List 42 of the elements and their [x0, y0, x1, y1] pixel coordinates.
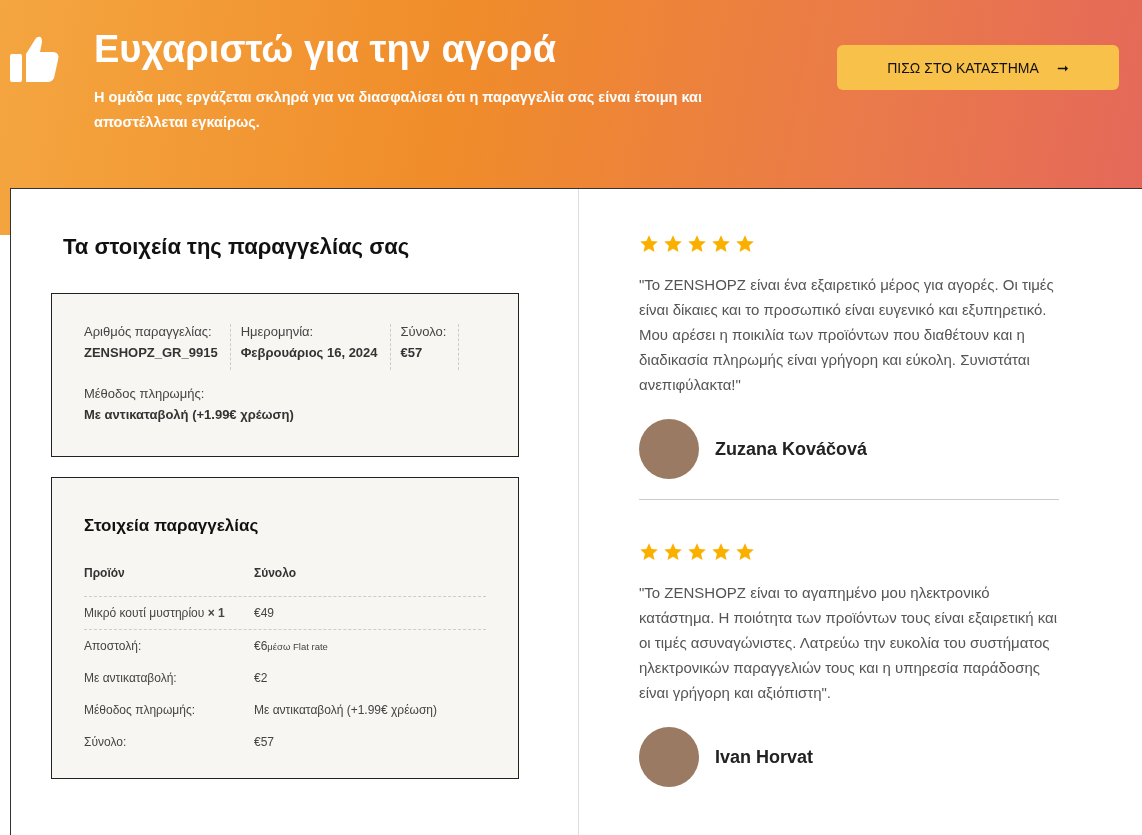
details-heading: Στοιχεία παραγγελίας — [84, 516, 260, 536]
total-value: €57 — [254, 735, 275, 749]
summary-value: ZENSHOPZ_GR_9915 — [84, 345, 218, 360]
star-icon — [687, 542, 707, 562]
summary-value: Φεβρουάριος 16, 2024 — [240, 345, 378, 360]
total-value: €2 — [254, 671, 268, 685]
hero-subtitle: Η ομάδα μας εργάζεται σκληρά για να διασφαλίσει ότι η παραγγελία σας είναι έτοιμη και αποστέλλεται εγκαίρως. — [94, 88, 703, 132]
star-icon — [735, 234, 755, 254]
star-icon — [711, 542, 731, 562]
column-header: Σύνολο — [254, 566, 297, 580]
page-title: Ευχαριστώ για την αγορά — [94, 28, 557, 71]
payment-value: Με αντικαταβολή (+1.99€ χρέωση) — [84, 407, 295, 422]
summary-value: €57 — [400, 345, 424, 360]
total-value: Με αντικαταβολή (+1.99€ χρέωση) — [254, 703, 437, 717]
product-total: €49 — [254, 606, 275, 620]
star-icon — [735, 542, 755, 562]
summary-label: Σύνολο: — [400, 324, 447, 339]
star-icon — [711, 234, 731, 254]
star-icon — [687, 234, 707, 254]
column-header: Προϊόν — [84, 566, 126, 580]
total-label: Με αντικαταβολή: — [84, 671, 178, 685]
reviewer-name: Ivan Horvat — [715, 746, 814, 768]
avatar-placeholder — [639, 727, 699, 787]
back-to-store-button[interactable]: ΠΙΣΩ ΣΤΟ ΚΑΤΑΣΤΗΜΑ ➞ — [837, 45, 1119, 90]
product-name: Μικρό κουτί μυστηρίου × 1 — [84, 606, 226, 620]
review-text: "Το ZENSHOPZ είναι ένα εξαιρετικό μέρος για αγορές. Οι τιμές είναι δίκαιες και το προσωπικό είναι ευγενικό και εξυπηρετικό. Μου αρέσει η ποικιλία των προϊόντων που διαθέτουν και η διαδικασία πληρωμής είναι γρήγορη και εύκολη. Συνιστάται ανεπιφύλακτα!" — [639, 275, 1055, 395]
review-text: "Το ZENSHOPZ είναι το αγαπημένο μου ηλεκτρονικό κατάστημα. Η ποιότητα των προϊόντων τους είναι εξαιρετική και οι τιμές ασυναγώνιστες. Λατρεύω την ευκολία του συστήματος ηλεκτρονικών παραγγελιών τους και η υπηρεσία παράδοσης είναι γρήγορη και αξιόπιστη". — [639, 583, 1059, 703]
star-icon — [663, 542, 683, 562]
total-label: Αποστολή: — [84, 639, 143, 653]
section-heading: Τα στοιχεία της παραγγελίας σας — [63, 234, 411, 260]
total-label: Μέθοδος πληρωμής: — [84, 703, 197, 717]
shipping-note: μέσω Flat rate — [267, 641, 328, 652]
payment-label: Μέθοδος πληρωμής: — [84, 386, 206, 401]
total-label: Σύνολο: — [84, 735, 128, 749]
summary-label: Ημερομηνία: — [240, 324, 315, 339]
star-icon — [639, 542, 659, 562]
reviewer-name: Zuzana Kováčová — [715, 438, 868, 460]
total-value: €6 — [254, 639, 268, 653]
star-icon — [639, 234, 659, 254]
star-icon — [663, 234, 683, 254]
avatar-placeholder — [639, 419, 699, 479]
summary-label: Αριθμός παραγγελίας: — [84, 324, 213, 339]
